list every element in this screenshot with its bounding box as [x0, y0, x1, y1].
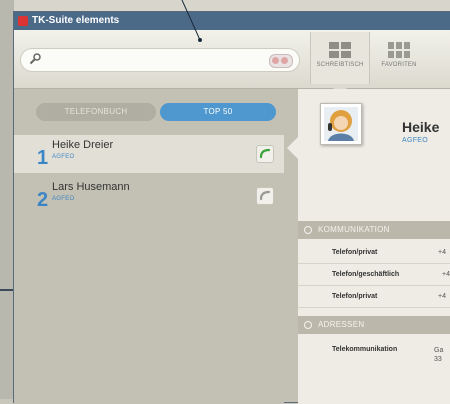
call-button[interactable]	[256, 187, 274, 205]
selection-pointer	[287, 137, 298, 159]
row-label: Telefon/privat	[332, 249, 378, 256]
contact-list-item[interactable]: 2 Lars Husemann AGFEO	[14, 177, 284, 215]
app-logo-icon	[18, 16, 28, 26]
communication-row[interactable]: Telefon/geschäftlich +4	[298, 265, 450, 286]
communication-row[interactable]: Telefon/privat +4	[298, 287, 450, 308]
address-line: 33	[434, 356, 442, 363]
list-tabs: TELEFONBUCH TOP 50	[36, 103, 276, 121]
collapse-icon	[304, 226, 312, 234]
row-value: +4	[442, 271, 450, 278]
toggle-dot-icon	[281, 57, 288, 64]
section-title: ADRESSEN	[318, 320, 365, 329]
search-box[interactable]	[20, 48, 300, 72]
contact-rank: 2	[37, 189, 49, 211]
contact-sidebar: TELEFONBUCH TOP 50 1 Heike Dreier AGFEO …	[14, 89, 284, 404]
section-addresses-header[interactable]: ADRESSEN	[298, 316, 450, 334]
window-title: TK-Suite elements	[32, 15, 120, 26]
contact-rank: 1	[37, 147, 49, 169]
collapse-icon	[304, 321, 312, 329]
phone-active-icon	[259, 148, 271, 159]
desk-grid-icon	[329, 42, 351, 58]
search-icon	[29, 53, 41, 68]
row-label: Telekommunikation	[332, 346, 398, 353]
section-title: KOMMUNIKATION	[318, 225, 390, 234]
callout-line	[181, 0, 202, 42]
contact-company: AGFEO	[52, 196, 75, 202]
search-mode-toggle[interactable]	[269, 54, 293, 68]
row-value: +4	[438, 249, 446, 256]
contact-name: Heike Dreier	[52, 139, 114, 151]
avatar	[320, 103, 362, 145]
phone-inactive-icon	[259, 190, 271, 201]
contact-list-item[interactable]: 1 Heike Dreier AGFEO	[14, 135, 284, 173]
search-input[interactable]	[47, 51, 271, 71]
app-window: TK-Suite elements SCHREIBTISCH FAVORITEN…	[13, 11, 450, 404]
address-line: Ga	[434, 347, 444, 354]
toggle-dot-icon	[272, 57, 279, 64]
toolbar: SCHREIBTISCH FAVORITEN	[14, 30, 450, 89]
title-bar[interactable]: TK-Suite elements	[14, 12, 450, 30]
row-label: Telefon/geschäftlich	[332, 271, 400, 278]
desktop-edge	[0, 0, 14, 399]
call-button[interactable]	[256, 145, 274, 163]
tab-top50[interactable]: TOP 50	[160, 103, 276, 121]
section-communication-header[interactable]: KOMMUNIKATION	[298, 221, 450, 239]
contact-detail-panel: Heike AGFEO KOMMUNIKATION Telefon/privat…	[287, 89, 450, 404]
detail-company: AGFEO	[402, 137, 429, 144]
view-desk-button[interactable]: SCHREIBTISCH	[310, 32, 370, 84]
view-favorites-button[interactable]: FAVORITEN	[370, 32, 428, 84]
view-desk-label: SCHREIBTISCH	[316, 62, 364, 68]
detail-name: Heike	[402, 119, 440, 135]
row-value: +4	[438, 293, 446, 300]
row-label: Telefon/privat	[332, 293, 378, 300]
address-row[interactable]: Telekommunikation Ga 33	[298, 346, 450, 370]
communication-row[interactable]: Telefon/privat +4	[298, 243, 450, 264]
view-favorites-label: FAVORITEN	[381, 62, 417, 68]
favorites-grid-icon	[388, 42, 410, 58]
desktop-edge-line	[0, 289, 13, 291]
tab-phonebook[interactable]: TELEFONBUCH	[36, 103, 156, 121]
contact-name: Lars Husemann	[52, 181, 130, 193]
row-value: Ga 33	[434, 346, 443, 364]
contact-company: AGFEO	[52, 154, 75, 160]
